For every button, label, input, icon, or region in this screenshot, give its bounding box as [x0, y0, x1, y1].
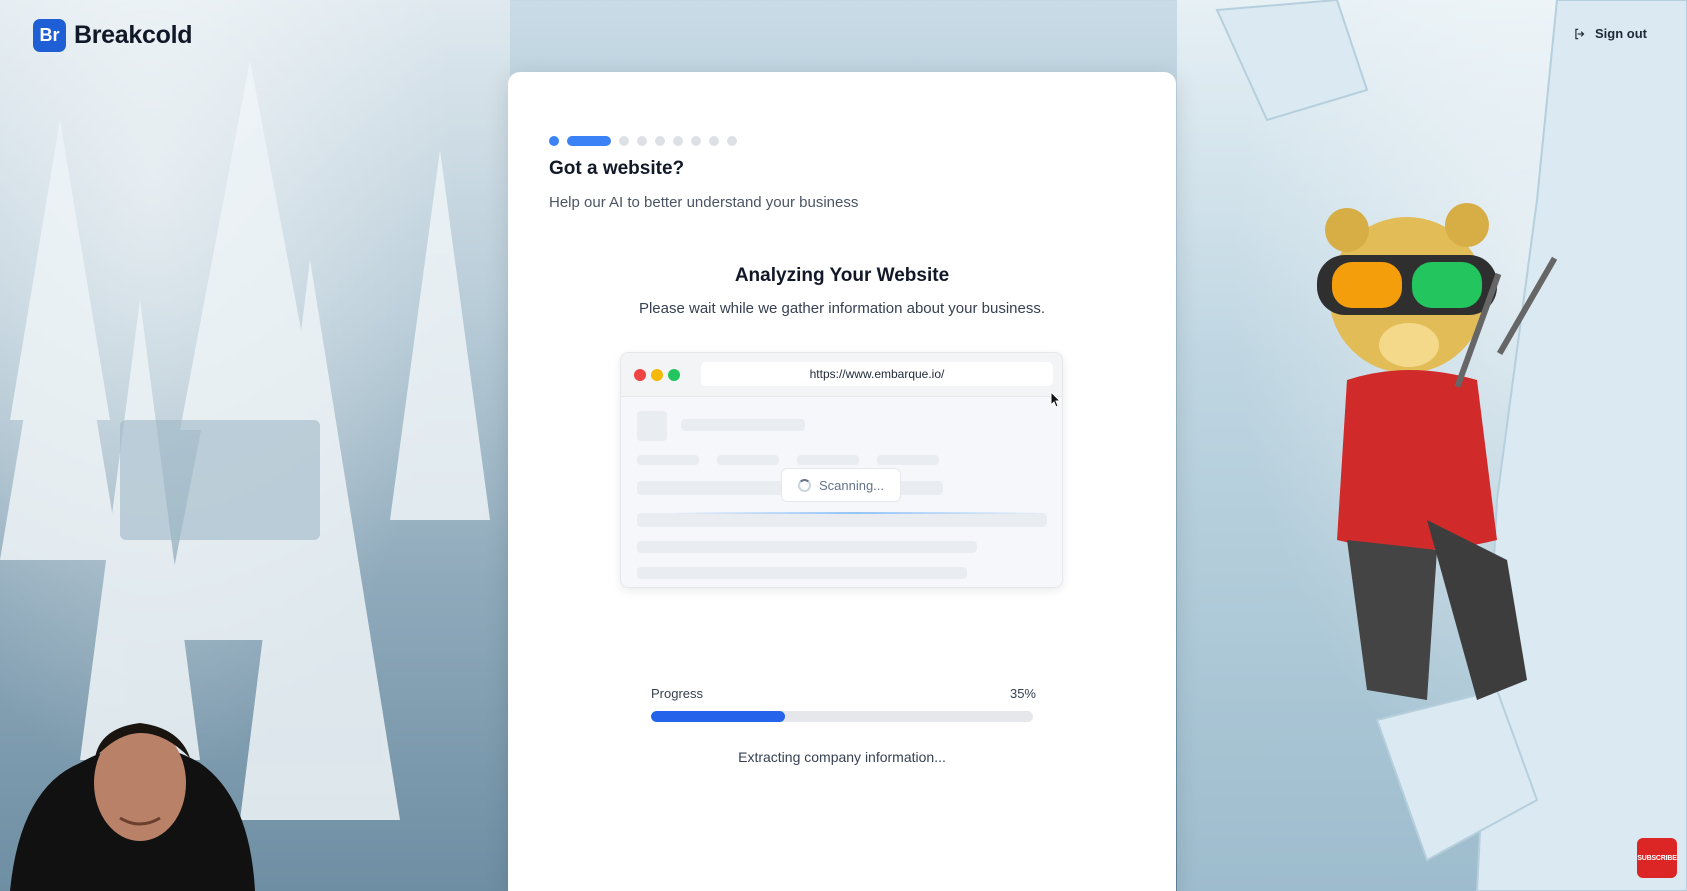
minimize-dot-icon: [651, 369, 663, 381]
step-title: Got a website?: [549, 158, 685, 179]
step-dot-5: [655, 136, 665, 146]
skeleton-avatar: [637, 411, 667, 441]
scanning-badge: Scanning...: [781, 468, 901, 502]
close-dot-icon: [634, 369, 646, 381]
step-dot-7: [691, 136, 701, 146]
progress-value: 35%: [1009, 686, 1036, 701]
skeleton-line: [797, 455, 859, 465]
skeleton-line: [877, 455, 939, 465]
brand-logo[interactable]: Br Breakcold: [33, 19, 192, 52]
step-dot-2-active: [567, 136, 611, 146]
progress-bar: [651, 711, 1033, 722]
sign-out-button[interactable]: Sign out: [1573, 26, 1647, 41]
analysis-subtitle: Please wait while we gather information …: [638, 300, 1046, 317]
mouse-cursor-icon: [1050, 391, 1062, 408]
browser-url-bar: https://www.embarque.io/: [701, 362, 1053, 386]
background-ice-wall: [1177, 0, 1687, 891]
step-dot-3: [619, 136, 629, 146]
maximize-dot-icon: [668, 369, 680, 381]
presenter-webcam: [10, 723, 255, 891]
step-dot-6: [673, 136, 683, 146]
skeleton-line: [637, 513, 1047, 527]
analysis-title: Analyzing Your Website: [734, 265, 950, 286]
logo-text: Breakcold: [74, 21, 193, 49]
browser-toolbar: https://www.embarque.io/: [621, 353, 1062, 397]
bear-climber-illustration: [1215, 0, 1687, 891]
skeleton-line: [637, 541, 977, 553]
skeleton-line: [637, 455, 699, 465]
logo-badge: Br: [33, 19, 66, 52]
spinner-icon: [797, 478, 811, 492]
onboarding-card: Got a website? Help our AI to better und…: [508, 72, 1176, 891]
step-dot-8: [709, 136, 719, 146]
status-text: Extracting company information...: [738, 749, 946, 765]
step-dot-4: [637, 136, 647, 146]
browser-preview: https://www.embarque.io/ Scanning...: [620, 352, 1063, 588]
skeleton-line: [681, 419, 805, 431]
sign-out-label: Sign out: [1595, 26, 1647, 41]
scan-line: [671, 512, 1041, 514]
step-indicator: [549, 136, 737, 146]
skeleton-line: [717, 455, 779, 465]
step-dot-9: [727, 136, 737, 146]
skeleton-line: [637, 567, 967, 579]
step-subtitle: Help our AI to better understand your bu…: [549, 194, 859, 211]
subscribe-button[interactable]: SUBSCRIBE: [1637, 838, 1677, 878]
progress-label: Progress: [651, 686, 704, 701]
window-controls: [634, 369, 680, 381]
progress-fill: [651, 711, 785, 722]
sign-out-icon: [1575, 28, 1585, 39]
scanning-label: Scanning...: [818, 477, 885, 493]
step-dot-1: [549, 136, 559, 146]
